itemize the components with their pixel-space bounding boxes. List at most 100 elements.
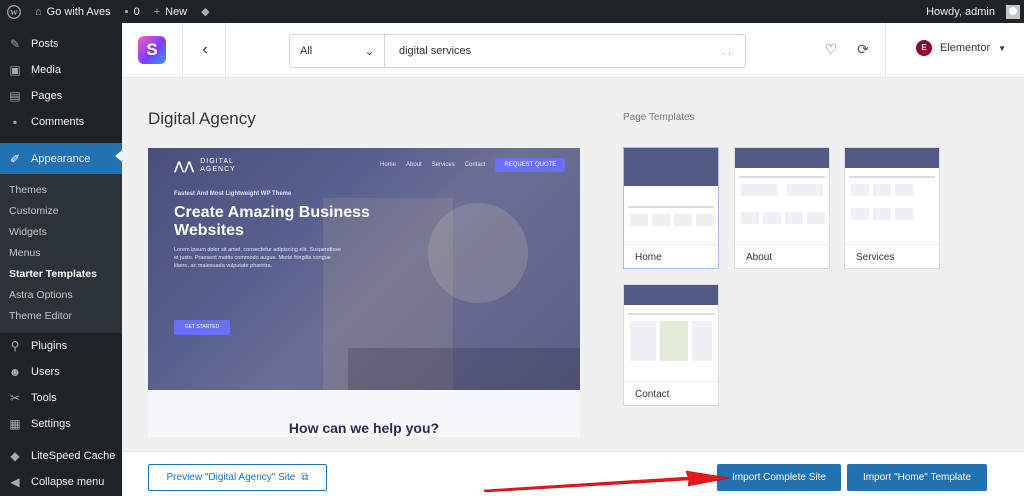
my-account[interactable]: Howdy, admin <box>919 0 1024 23</box>
menu-posts[interactable]: ✎ Posts <box>0 31 122 57</box>
preview-nav-item: Services <box>431 162 455 168</box>
thumb-block <box>741 184 777 196</box>
template-label: Services <box>856 252 895 263</box>
comment-icon: ▪ <box>12 115 18 129</box>
sync-button[interactable]: ⟳ <box>854 40 872 58</box>
pin-icon: ✎ <box>9 37 21 51</box>
thumb-block <box>741 212 759 224</box>
submenu-customize[interactable]: Customize <box>0 201 122 222</box>
menu-settings[interactable]: ▦ Settings <box>0 411 122 437</box>
menu-label: Media <box>31 64 61 76</box>
new-label: New <box>165 5 188 18</box>
preview-site-button[interactable]: Preview "Digital Agency" Site ⧉ <box>148 464 327 491</box>
home-icon: ⌂ <box>35 5 42 18</box>
thumb-block <box>630 321 656 361</box>
thumb-band <box>624 285 718 305</box>
preview-nav: Home About Services Contact REQUEST QUOT… <box>380 158 566 172</box>
template-card-about[interactable]: About <box>734 147 830 269</box>
menu-label: Pages <box>31 90 63 102</box>
wordpress-icon: W <box>7 4 21 19</box>
brush-icon: ✐ <box>9 151 21 166</box>
submenu-themes[interactable]: Themes <box>0 180 122 201</box>
brand-line: AGENCY <box>200 166 236 173</box>
menu-label: Plugins <box>31 340 68 352</box>
template-card-home[interactable]: Home <box>623 147 719 269</box>
comments-link[interactable]: ▪ 0 <box>118 0 147 23</box>
menu-litespeed-cache[interactable]: ◆ LiteSpeed Cache <box>0 443 122 469</box>
import-home-template-button[interactable]: Import "Home" Template <box>847 464 987 491</box>
elementor-icon: E <box>916 40 932 56</box>
menu-appearance[interactable]: ✐ Appearance <box>0 143 122 174</box>
submenu-astra-options[interactable]: Astra Options <box>0 285 122 306</box>
preview-hero: ⋀⋀ DIGITAL AGENCY Home About Services Con… <box>148 148 580 390</box>
chevron-down-icon: ⌄ <box>364 45 374 58</box>
comment-icon: ▪ <box>124 5 129 18</box>
preview-body: Lorem ipsum dolor sit amet, consectetur … <box>174 247 341 269</box>
thumb-block <box>895 184 913 196</box>
svg-text:W: W <box>10 7 18 16</box>
divider <box>885 23 886 78</box>
menu-label: Collapse menu <box>31 476 105 488</box>
submenu-menus[interactable]: Menus <box>0 243 122 264</box>
users-icon: ☻ <box>8 365 22 379</box>
menu-label: Users <box>31 366 60 378</box>
menu-label: Tools <box>31 392 57 404</box>
starter-templates-logo: S <box>138 36 166 64</box>
filter-select[interactable]: All ⌄ <box>290 35 385 67</box>
howdy-text: Howdy, admin <box>926 5 995 18</box>
starter-templates-panel: S ‹ All ⌄ . . ♡ ⟳ E Elementor ▼ Digital … <box>122 23 1024 496</box>
thumb-block <box>652 214 670 226</box>
submenu-theme-editor[interactable]: Theme Editor <box>0 306 122 327</box>
menu-users[interactable]: ☻ Users <box>0 359 122 385</box>
wordpress-logo[interactable]: W <box>0 0 28 23</box>
templates-topbar: S ‹ All ⌄ . . ♡ ⟳ E Elementor ▼ <box>122 23 1024 78</box>
preview-help-heading: How can we help you? <box>288 420 440 436</box>
litespeed-icon: ◆ <box>10 449 20 463</box>
back-button[interactable]: ‹ <box>195 39 215 61</box>
thumb-block <box>895 208 913 220</box>
template-card-services[interactable]: Services <box>844 147 940 269</box>
thumb-block <box>851 208 869 220</box>
refresh-icon: ⟳ <box>857 41 869 57</box>
site-name-link[interactable]: ⌂ Go with Aves <box>28 0 118 23</box>
menu-plugins[interactable]: ⚲ Plugins <box>0 333 122 359</box>
menu-label: Appearance <box>31 152 91 165</box>
chevron-left-icon: ‹ <box>202 41 208 58</box>
hero-photo-shape <box>428 203 528 303</box>
site-preview[interactable]: ⋀⋀ DIGITAL AGENCY Home About Services Con… <box>148 148 580 437</box>
preview-cta: REQUEST QUOTE <box>495 158 566 172</box>
appearance-submenu: Themes Customize Widgets Menus Starter T… <box>0 174 122 333</box>
menu-comments[interactable]: ▪ Comments <box>0 109 122 135</box>
favorites-button[interactable]: ♡ <box>822 40 840 58</box>
menu-label: Posts <box>31 38 59 50</box>
admin-bar: W ⌂ Go with Aves ▪ 0 + New ◆ Howdy, admi… <box>0 0 1024 23</box>
template-label: Home <box>635 252 662 263</box>
thumb-block <box>696 214 714 226</box>
filter-selected: All <box>300 45 313 57</box>
plus-icon: + <box>153 5 161 18</box>
preview-brand: DIGITAL AGENCY <box>200 158 240 174</box>
submenu-starter-templates[interactable]: Starter Templates <box>0 264 122 285</box>
submenu-widgets[interactable]: Widgets <box>0 222 122 243</box>
thumb-line <box>739 176 825 178</box>
menu-pages[interactable]: ▤ Pages <box>0 83 122 109</box>
collapse-menu[interactable]: ◀ Collapse menu <box>0 469 122 495</box>
diamond-menu[interactable]: ◆ <box>194 0 216 23</box>
agency-logo-icon: ⋀⋀ <box>174 159 195 173</box>
page-title: Digital Agency <box>148 109 256 128</box>
template-thumbnail <box>735 148 829 245</box>
preview-kicker: Fastest And Most Lightweight WP Theme <box>174 191 292 197</box>
collapse-icon: ◀ <box>10 475 20 489</box>
page-builder-select[interactable]: E Elementor ▼ <box>916 40 1006 56</box>
menu-tools[interactable]: ✂ Tools <box>0 385 122 411</box>
search-input[interactable] <box>385 35 722 67</box>
template-card-contact[interactable]: Contact <box>623 284 719 406</box>
menu-media[interactable]: ▣ Media <box>0 57 122 83</box>
template-thumbnail <box>624 148 718 245</box>
import-complete-site-button[interactable]: Import Complete Site <box>717 464 841 491</box>
thumb-block <box>873 184 891 196</box>
builder-name: Elementor <box>940 42 991 54</box>
new-content-link[interactable]: + New <box>147 0 194 23</box>
thumb-band <box>845 148 939 168</box>
thumb-block <box>763 212 781 224</box>
